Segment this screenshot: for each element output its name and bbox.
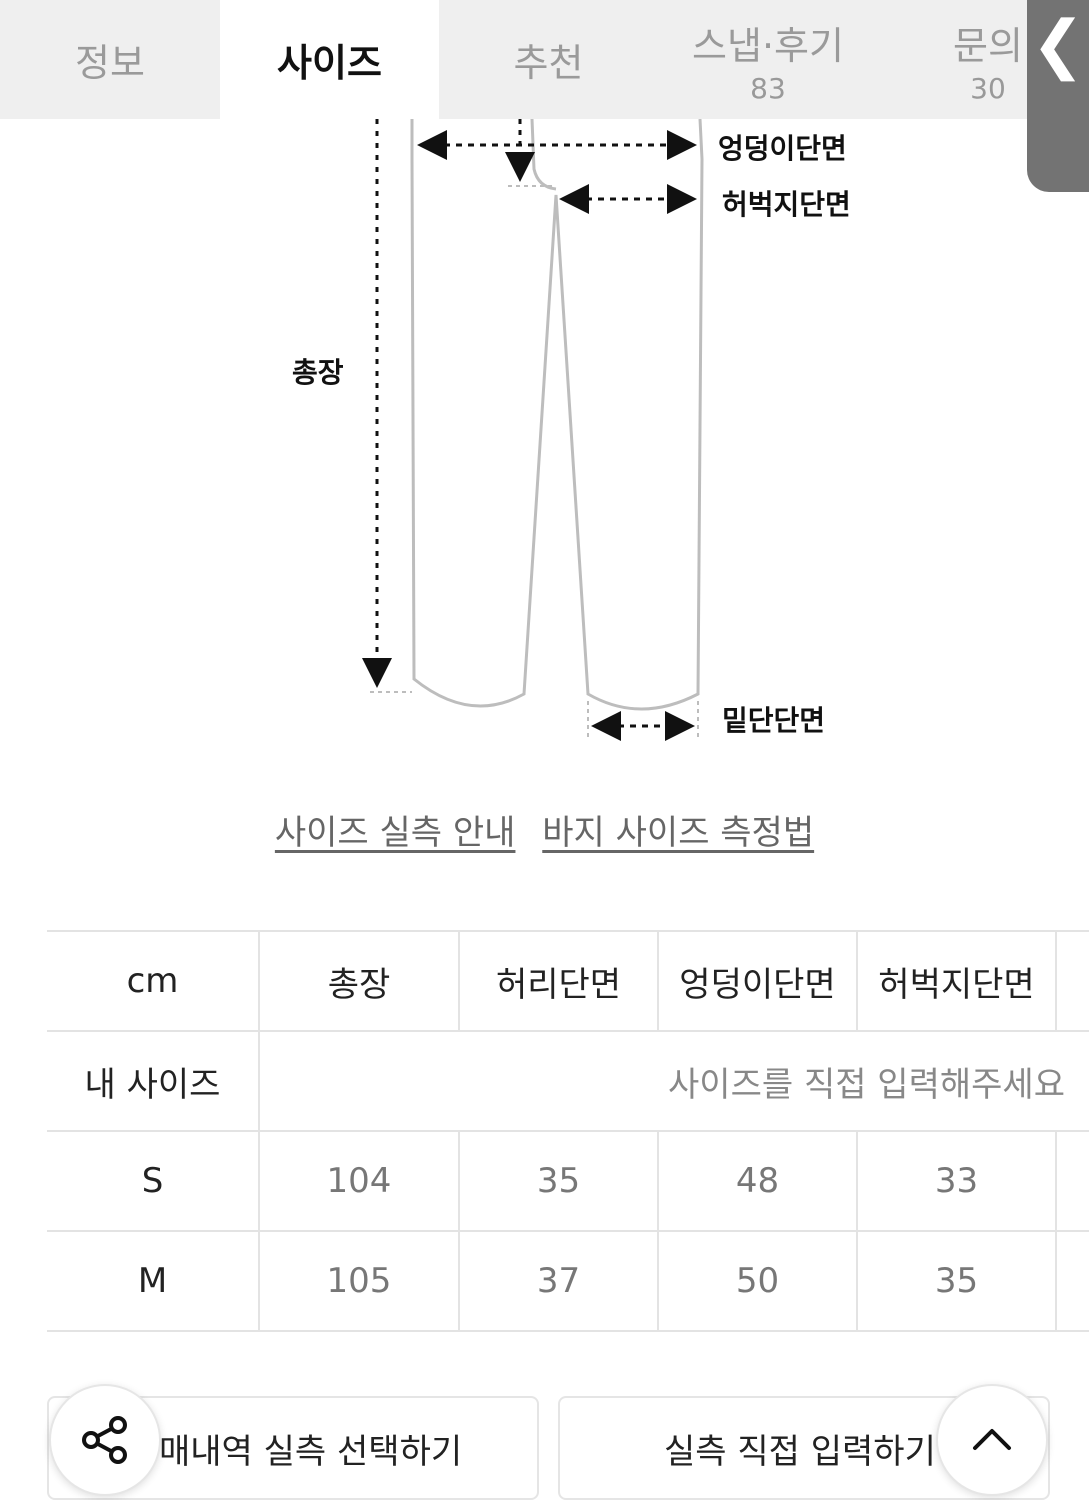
- share-icon: [82, 1416, 127, 1464]
- table-header-cell: [1055, 930, 1089, 1032]
- table-cell: 35: [856, 1230, 1056, 1332]
- my-size-label: 내 사이즈: [47, 1030, 259, 1132]
- tab-count: 30: [970, 71, 1006, 105]
- table-cell: 50: [657, 1230, 857, 1332]
- table-cell: 33: [856, 1130, 1056, 1232]
- pants-measure-link[interactable]: 바지 사이즈 측정법: [542, 813, 814, 853]
- button-label: 실측 직접 입력하기: [664, 1431, 936, 1472]
- label-length: 총장: [292, 356, 344, 389]
- table-row: S 104 35 48 33: [47, 1130, 1089, 1232]
- table-header-row: cm 총장 허리단면 엉덩이단면 허벅지단면: [47, 930, 1089, 1032]
- size-links: 사이즈 실측 안내 바지 사이즈 측정법: [0, 805, 1089, 854]
- table-cell: 37: [458, 1230, 658, 1332]
- tab-label: 스냅·후기: [692, 23, 844, 68]
- table-header-cell: 허벅지단면: [856, 930, 1056, 1032]
- table-header-cell: 총장: [258, 930, 459, 1032]
- size-name: M: [47, 1230, 259, 1332]
- tab-label: 문의: [953, 23, 1023, 68]
- size-table: cm 총장 허리단면 엉덩이단면 허벅지단면 내 사이즈 사이즈를 직접 입력해…: [47, 930, 1089, 1332]
- label-hip: 엉덩이단면: [718, 132, 847, 165]
- tab-size[interactable]: 사이즈: [220, 0, 439, 119]
- table-row: M 105 37 50 35: [47, 1230, 1089, 1332]
- button-label: 매내역 실측 선택하기: [159, 1431, 463, 1472]
- size-diagram: 엉덩이단면 허벅지단면 총장 밑단단면: [0, 118, 1000, 759]
- pants-outline: [410, 118, 704, 711]
- table-cell: [1055, 1130, 1089, 1232]
- table-cell: 48: [657, 1130, 857, 1232]
- chevron-left-icon: ❮: [1031, 8, 1085, 82]
- tab-count: 83: [750, 71, 786, 105]
- my-size-row[interactable]: 내 사이즈 사이즈를 직접 입력해주세요: [47, 1030, 1089, 1132]
- side-panel-handle[interactable]: ❮: [1027, 0, 1089, 192]
- table-cell: [1055, 1230, 1089, 1332]
- label-hem: 밑단단면: [722, 704, 826, 737]
- scroll-top-button[interactable]: [936, 1384, 1048, 1496]
- table-cell: 105: [258, 1230, 459, 1332]
- table-header-cell: 엉덩이단면: [657, 930, 857, 1032]
- chevron-up-icon: [973, 1429, 1011, 1450]
- tab-label: 정보: [75, 41, 145, 85]
- tab-bar: 정보 사이즈 추천 스냅·후기 83 문의 30: [0, 0, 1089, 119]
- tab-label: 추천: [513, 41, 584, 85]
- size-guide-link[interactable]: 사이즈 실측 안내: [275, 813, 516, 853]
- tab-recommend[interactable]: 추천: [439, 0, 658, 119]
- size-name: S: [47, 1130, 259, 1232]
- my-size-placeholder[interactable]: 사이즈를 직접 입력해주세요: [258, 1030, 1089, 1132]
- share-button[interactable]: [49, 1384, 161, 1496]
- table-cell: 104: [258, 1130, 459, 1232]
- table-header-cell: cm: [47, 930, 259, 1032]
- label-thigh: 허벅지단면: [722, 188, 851, 221]
- tab-label: 사이즈: [277, 41, 382, 85]
- table-header-cell: 허리단면: [458, 930, 658, 1032]
- table-cell: 35: [458, 1130, 658, 1232]
- tab-info[interactable]: 정보: [0, 0, 220, 119]
- tab-snap-review[interactable]: 스냅·후기 83: [658, 0, 878, 119]
